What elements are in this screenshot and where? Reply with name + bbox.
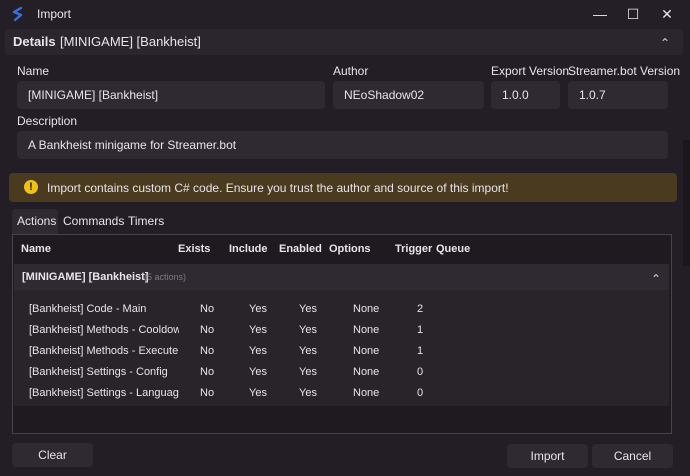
side-divider (683, 140, 690, 266)
details-name: [MINIGAME] [Bankheist] (60, 34, 201, 49)
table-row-exists: No (200, 387, 215, 399)
warning-text: Import contains custom C# code. Ensure y… (47, 181, 509, 195)
description-label: Description (17, 114, 78, 128)
table-row-name[interactable]: [Bankheist] Settings - Config (29, 366, 179, 378)
table-row-include[interactable]: Yes (249, 324, 267, 336)
export-version-label: Export Version (491, 64, 570, 78)
table-row-enabled[interactable]: Yes (299, 387, 317, 399)
table-row-options[interactable]: None (353, 366, 379, 378)
table-row-trigger: 1 (417, 324, 424, 336)
name-field[interactable]: [MINIGAME] [Bankheist] (17, 81, 325, 109)
table-row-exists: No (200, 345, 215, 357)
group-chevron-up-icon[interactable]: ⌃ (651, 272, 661, 286)
tab-commands[interactable]: Commands (63, 214, 124, 228)
column-header-include[interactable]: Include (229, 243, 268, 255)
column-header-exists[interactable]: Exists (178, 243, 210, 255)
maximize-button[interactable]: ☐ (618, 3, 648, 25)
table-row-exists: No (200, 324, 215, 336)
table-row-options[interactable]: None (353, 303, 379, 315)
author-field[interactable]: NEoShadow02 (333, 81, 484, 109)
group-label: [MINIGAME] [Bankheist] (22, 271, 149, 283)
column-header-trigger[interactable]: Trigger (395, 243, 433, 255)
streamerbot-version-field[interactable]: 1.0.7 (568, 81, 668, 109)
table-row-exists: No (200, 366, 215, 378)
table-row-enabled[interactable]: Yes (299, 303, 317, 315)
column-header-name[interactable]: Name (21, 243, 51, 255)
tab-actions[interactable]: Actions (17, 214, 56, 228)
cancel-button[interactable]: Cancel (592, 444, 673, 468)
import-button[interactable]: Import (507, 444, 588, 468)
window-title: Import (37, 7, 72, 21)
column-header-enabled[interactable]: Enabled (279, 243, 322, 255)
table-row-enabled[interactable]: Yes (299, 345, 317, 357)
table-row-exists: No (200, 303, 215, 315)
table-row-trigger: 2 (417, 303, 424, 315)
column-header-queue[interactable]: Queue (436, 243, 470, 255)
tab-timers[interactable]: Timers (128, 214, 164, 228)
table-row-name[interactable]: [Bankheist] Code - Main (29, 303, 179, 315)
table-row-trigger: 0 (417, 387, 424, 399)
table-row-name[interactable]: [Bankheist] Settings - Language (29, 387, 179, 399)
name-label: Name (17, 64, 50, 78)
streamerbot-version-label: Streamer.bot Version (568, 64, 681, 78)
chevron-up-icon[interactable]: ⌃ (660, 36, 670, 50)
table-row-enabled[interactable]: Yes (299, 324, 317, 336)
table-row-include[interactable]: Yes (249, 366, 267, 378)
table-row-enabled[interactable]: Yes (299, 366, 317, 378)
table-row-trigger: 0 (417, 366, 424, 378)
table-row-options[interactable]: None (353, 387, 379, 399)
table-row-name[interactable]: [Bankheist] Methods - Cooldown (29, 324, 179, 336)
clear-button[interactable]: Clear (12, 443, 93, 467)
table-row-include[interactable]: Yes (249, 303, 267, 315)
description-field[interactable]: A Bankheist minigame for Streamer.bot (17, 131, 668, 159)
close-button[interactable]: ✕ (652, 3, 682, 25)
minimize-button[interactable]: — (585, 3, 615, 25)
table-row-trigger: 1 (417, 345, 424, 357)
table-row-include[interactable]: Yes (249, 387, 267, 399)
group-count: (5 actions) (144, 272, 187, 282)
author-label: Author (333, 64, 369, 78)
table-row-options[interactable]: None (353, 345, 379, 357)
details-label: Details (13, 34, 56, 49)
table-row-name[interactable]: [Bankheist] Methods - Execute (29, 345, 179, 357)
table-row-include[interactable]: Yes (249, 345, 267, 357)
streamerbot-logo-icon (12, 6, 23, 22)
export-version-field[interactable]: 1.0.0 (491, 81, 560, 109)
table-row-options[interactable]: None (353, 324, 379, 336)
warning-icon: ! (24, 180, 38, 194)
column-header-options[interactable]: Options (329, 243, 371, 255)
